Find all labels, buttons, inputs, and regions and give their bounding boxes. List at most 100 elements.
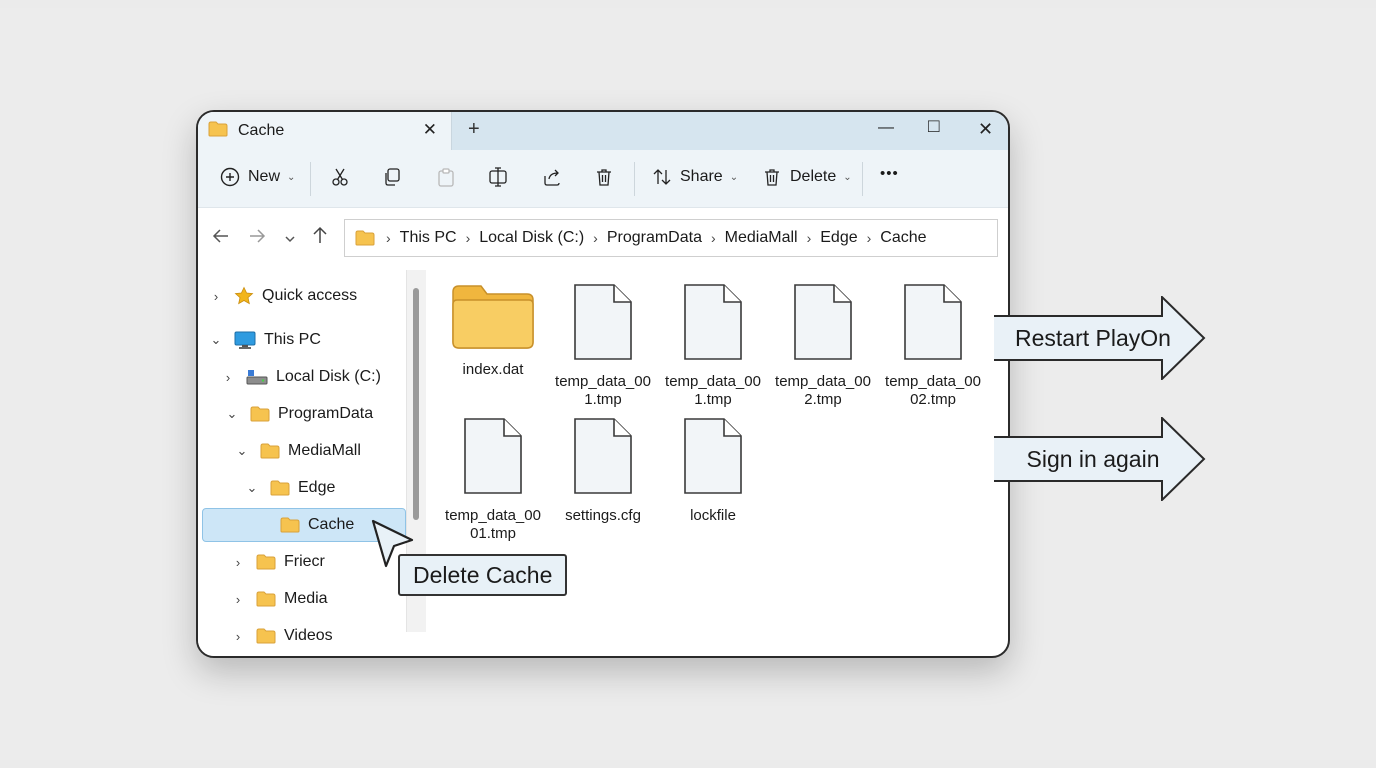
- chevron-down-icon: ⌄: [729, 171, 739, 183]
- tab-close-icon[interactable]: ✕: [423, 120, 437, 140]
- close-button[interactable]: ✕: [978, 119, 993, 140]
- sidebar-item-label: MediaMall: [288, 442, 361, 459]
- file-name: settings.cfg: [565, 507, 641, 524]
- folder-icon: [260, 443, 280, 459]
- more-icon: •••: [880, 165, 899, 182]
- paste-button[interactable]: [436, 167, 456, 187]
- share-icon: [542, 167, 562, 187]
- file-name: temp_data_0002.tmp: [885, 373, 981, 408]
- breadcrumb-cache[interactable]: Cache: [880, 229, 926, 247]
- file-name: index.dat: [462, 361, 524, 378]
- sidebar-item-programdata[interactable]: ⌄ ProgramData: [224, 397, 374, 431]
- minimize-button[interactable]: —: [878, 119, 894, 137]
- breadcrumb-separator: ›: [866, 230, 872, 246]
- chevron-right-icon[interactable]: ›: [220, 370, 236, 385]
- breadcrumb-this-pc[interactable]: This PC: [400, 229, 457, 247]
- star-icon: [234, 286, 254, 306]
- sidebar-item-label: Quick access: [262, 287, 358, 304]
- trash-icon: [762, 167, 782, 187]
- file-item[interactable]: temp_data_0001.tmp: [438, 416, 548, 543]
- folder-icon: [280, 517, 300, 533]
- share-button[interactable]: Share ⌄: [652, 167, 738, 187]
- breadcrumb-edge[interactable]: Edge: [820, 229, 857, 247]
- recent-chevron-icon[interactable]: [284, 231, 296, 249]
- file-icon: [682, 282, 744, 367]
- title-bar: Cache ✕ + — □ ✕: [198, 112, 1008, 150]
- breadcrumb-mediamall[interactable]: MediaMall: [725, 229, 798, 247]
- computer-icon: [234, 330, 256, 350]
- delete-button[interactable]: Delete ⌄: [762, 167, 852, 187]
- file-item[interactable]: temp_data_001.tmp: [658, 282, 768, 409]
- navigation-pane: › Quick access ⌄ This PC › Local Disk (C…: [198, 270, 426, 656]
- share-icon-button[interactable]: [542, 167, 562, 187]
- chevron-down-icon: ⌄: [287, 171, 296, 183]
- file-name: temp_data_002.tmp: [775, 373, 871, 408]
- command-bar: New ⌄ Share ⌄ Delete ⌄ •••: [198, 150, 1008, 208]
- file-item[interactable]: index.dat: [438, 282, 548, 379]
- sidebar-item-quick-access[interactable]: › Quick access: [208, 279, 357, 313]
- chevron-right-icon[interactable]: ›: [230, 629, 246, 644]
- file-item[interactable]: settings.cfg: [548, 416, 658, 525]
- sidebar-item-local-disk[interactable]: › Local Disk (C:): [220, 360, 381, 394]
- scrollbar-thumb[interactable]: [413, 288, 419, 520]
- file-icon: [902, 282, 964, 367]
- new-tab-button[interactable]: +: [468, 118, 480, 141]
- file-item[interactable]: lockfile: [658, 416, 768, 525]
- sort-icon: [652, 167, 672, 187]
- sidebar-item-label: Videos: [284, 627, 333, 644]
- sidebar-item-friecr[interactable]: › Friecr: [230, 545, 325, 579]
- sidebar-item-label: Local Disk (C:): [276, 368, 381, 385]
- chevron-down-icon[interactable]: ⌄: [234, 443, 250, 459]
- more-options-button[interactable]: •••: [880, 165, 899, 182]
- sidebar-item-mediamall[interactable]: ⌄ MediaMall: [234, 434, 361, 468]
- scissors-icon: [330, 167, 350, 187]
- folder-icon: [355, 230, 375, 246]
- new-button[interactable]: New ⌄: [220, 167, 295, 187]
- breadcrumb-local-disk[interactable]: Local Disk (C:): [479, 229, 584, 247]
- copy-icon: [382, 167, 402, 187]
- folder-icon: [208, 121, 228, 142]
- copy-button[interactable]: [382, 167, 402, 187]
- file-item[interactable]: temp_data_002.tmp: [768, 282, 878, 409]
- sidebar-item-videos[interactable]: › Videos: [230, 619, 333, 653]
- chevron-down-icon[interactable]: ⌄: [244, 480, 260, 496]
- navigation-row: › This PC › Local Disk (C:) › ProgramDat…: [198, 208, 1008, 266]
- file-item[interactable]: temp_data_0002.tmp: [878, 282, 988, 409]
- breadcrumb-separator: ›: [593, 230, 598, 246]
- file-name: temp_data_0001.tmp: [445, 507, 541, 542]
- add-circle-icon: [220, 167, 240, 187]
- delete-icon-button[interactable]: [594, 167, 614, 187]
- sign-in-again-arrow: Sign in again: [994, 417, 1206, 501]
- breadcrumb-programdata[interactable]: ProgramData: [607, 229, 702, 247]
- chevron-right-icon[interactable]: ›: [230, 592, 246, 607]
- chevron-right-icon[interactable]: ›: [230, 555, 246, 570]
- sidebar-item-edge[interactable]: ⌄ Edge: [244, 471, 336, 505]
- chevron-right-icon[interactable]: ›: [208, 289, 224, 304]
- arrow-label: Restart PlayOn: [1015, 324, 1171, 351]
- trash-icon: [594, 167, 614, 187]
- up-arrow-icon[interactable]: [312, 226, 328, 249]
- address-bar[interactable]: › This PC › Local Disk (C:) › ProgramDat…: [344, 219, 998, 257]
- back-arrow-icon[interactable]: [212, 228, 230, 249]
- file-name: temp_data_001.tmp: [665, 373, 761, 408]
- file-item[interactable]: temp_data_001.tmp: [548, 282, 658, 409]
- rename-button[interactable]: [488, 167, 510, 187]
- chevron-down-icon[interactable]: ⌄: [224, 406, 240, 422]
- folder-icon: [250, 406, 270, 422]
- arrow-label: Sign in again: [1026, 445, 1160, 472]
- delete-label: Delete: [790, 168, 837, 185]
- cut-button[interactable]: [330, 167, 350, 187]
- tab-cache[interactable]: Cache ✕: [198, 112, 452, 150]
- new-label: New: [248, 168, 281, 185]
- delete-cache-callout: Delete Cache: [398, 554, 568, 596]
- forward-arrow-icon[interactable]: [248, 228, 266, 249]
- file-explorer-window: Cache ✕ + — □ ✕ New ⌄ Share ⌄ Delete ⌄ •…: [196, 110, 1010, 658]
- sidebar-item-this-pc[interactable]: ⌄ This PC: [208, 323, 321, 357]
- drive-icon: [246, 368, 268, 386]
- toolbar-divider: [310, 162, 311, 196]
- file-icon: [572, 416, 634, 501]
- maximize-button[interactable]: □: [928, 116, 939, 138]
- chevron-down-icon[interactable]: ⌄: [208, 332, 224, 348]
- sidebar-item-media[interactable]: › Media: [230, 582, 328, 616]
- sidebar-item-cache[interactable]: Cache: [254, 508, 354, 542]
